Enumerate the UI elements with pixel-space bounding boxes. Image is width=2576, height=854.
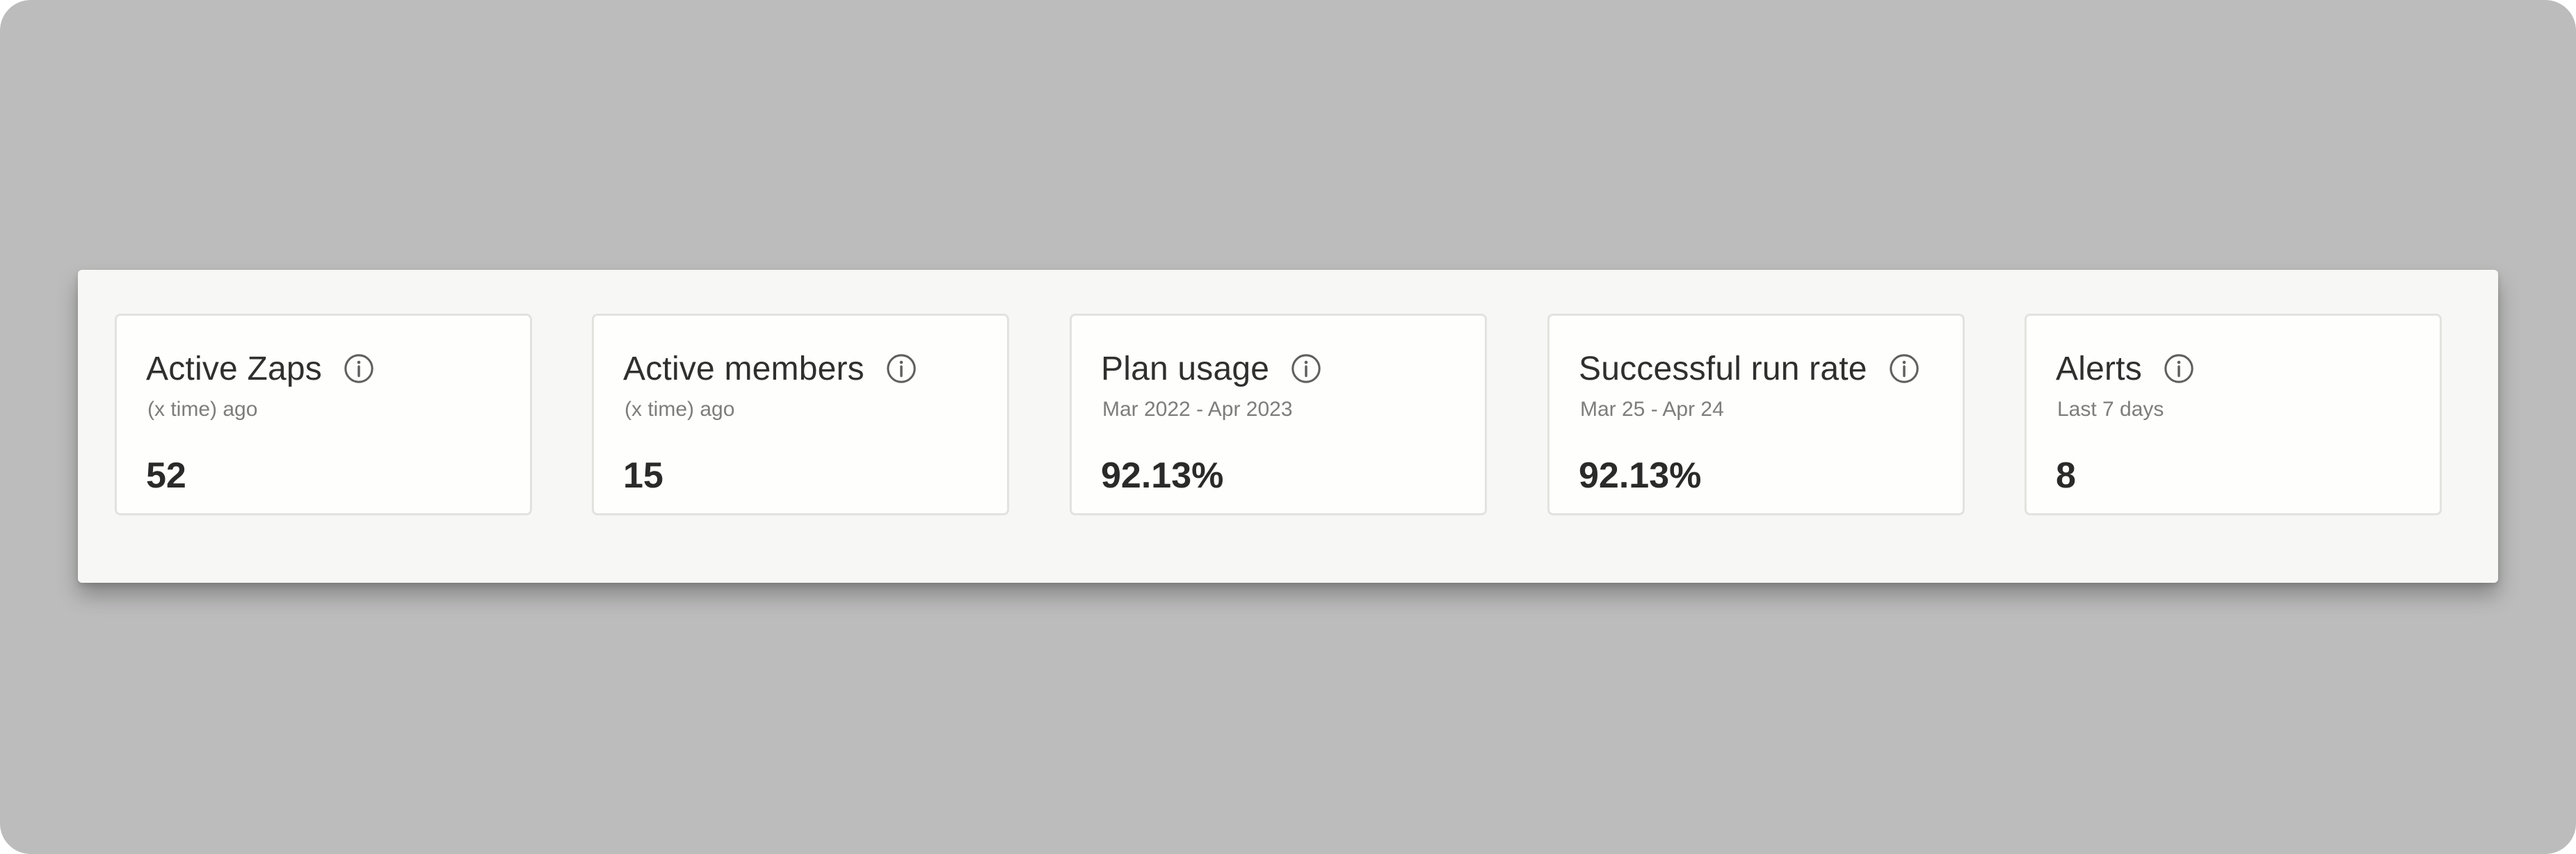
card-value: 52	[146, 456, 186, 496]
metrics-panel: Active Zaps (x time) ago 52 Active membe…	[78, 270, 2498, 583]
card-title: Alerts	[2056, 350, 2142, 387]
metric-card-plan-usage[interactable]: Plan usage Mar 2022 - Apr 2023 92.13%	[1070, 314, 1487, 515]
card-header: Plan usage	[1101, 348, 1322, 389]
card-title: Active Zaps	[146, 350, 322, 387]
card-header: Active Zaps	[146, 348, 375, 389]
card-header: Successful run rate	[1579, 348, 1920, 389]
info-icon[interactable]	[1888, 353, 1920, 385]
card-subtitle: (x time) ago	[147, 398, 258, 421]
card-title: Successful run rate	[1579, 350, 1867, 387]
card-subtitle: (x time) ago	[625, 398, 735, 421]
card-value: 92.13%	[1579, 456, 1702, 496]
info-icon[interactable]	[2163, 353, 2195, 385]
card-header: Alerts	[2056, 348, 2195, 389]
card-subtitle: Mar 25 - Apr 24	[1580, 398, 1724, 421]
metric-card-alerts[interactable]: Alerts Last 7 days 8	[2024, 314, 2442, 515]
card-header: Active members	[623, 348, 917, 389]
card-subtitle: Mar 2022 - Apr 2023	[1102, 398, 1293, 421]
card-value: 15	[623, 456, 663, 496]
card-value: 92.13%	[1101, 456, 1224, 496]
card-title: Plan usage	[1101, 350, 1270, 387]
info-icon[interactable]	[885, 353, 917, 385]
info-icon[interactable]	[343, 353, 375, 385]
card-title: Active members	[623, 350, 864, 387]
card-value: 8	[2056, 456, 2076, 496]
metric-card-active-members[interactable]: Active members (x time) ago 15	[592, 314, 1009, 515]
metric-card-successful-run-rate[interactable]: Successful run rate Mar 25 - Apr 24 92.1…	[1547, 314, 1965, 515]
info-icon[interactable]	[1290, 353, 1322, 385]
metric-card-active-zaps[interactable]: Active Zaps (x time) ago 52	[115, 314, 532, 515]
card-subtitle: Last 7 days	[2057, 398, 2164, 421]
